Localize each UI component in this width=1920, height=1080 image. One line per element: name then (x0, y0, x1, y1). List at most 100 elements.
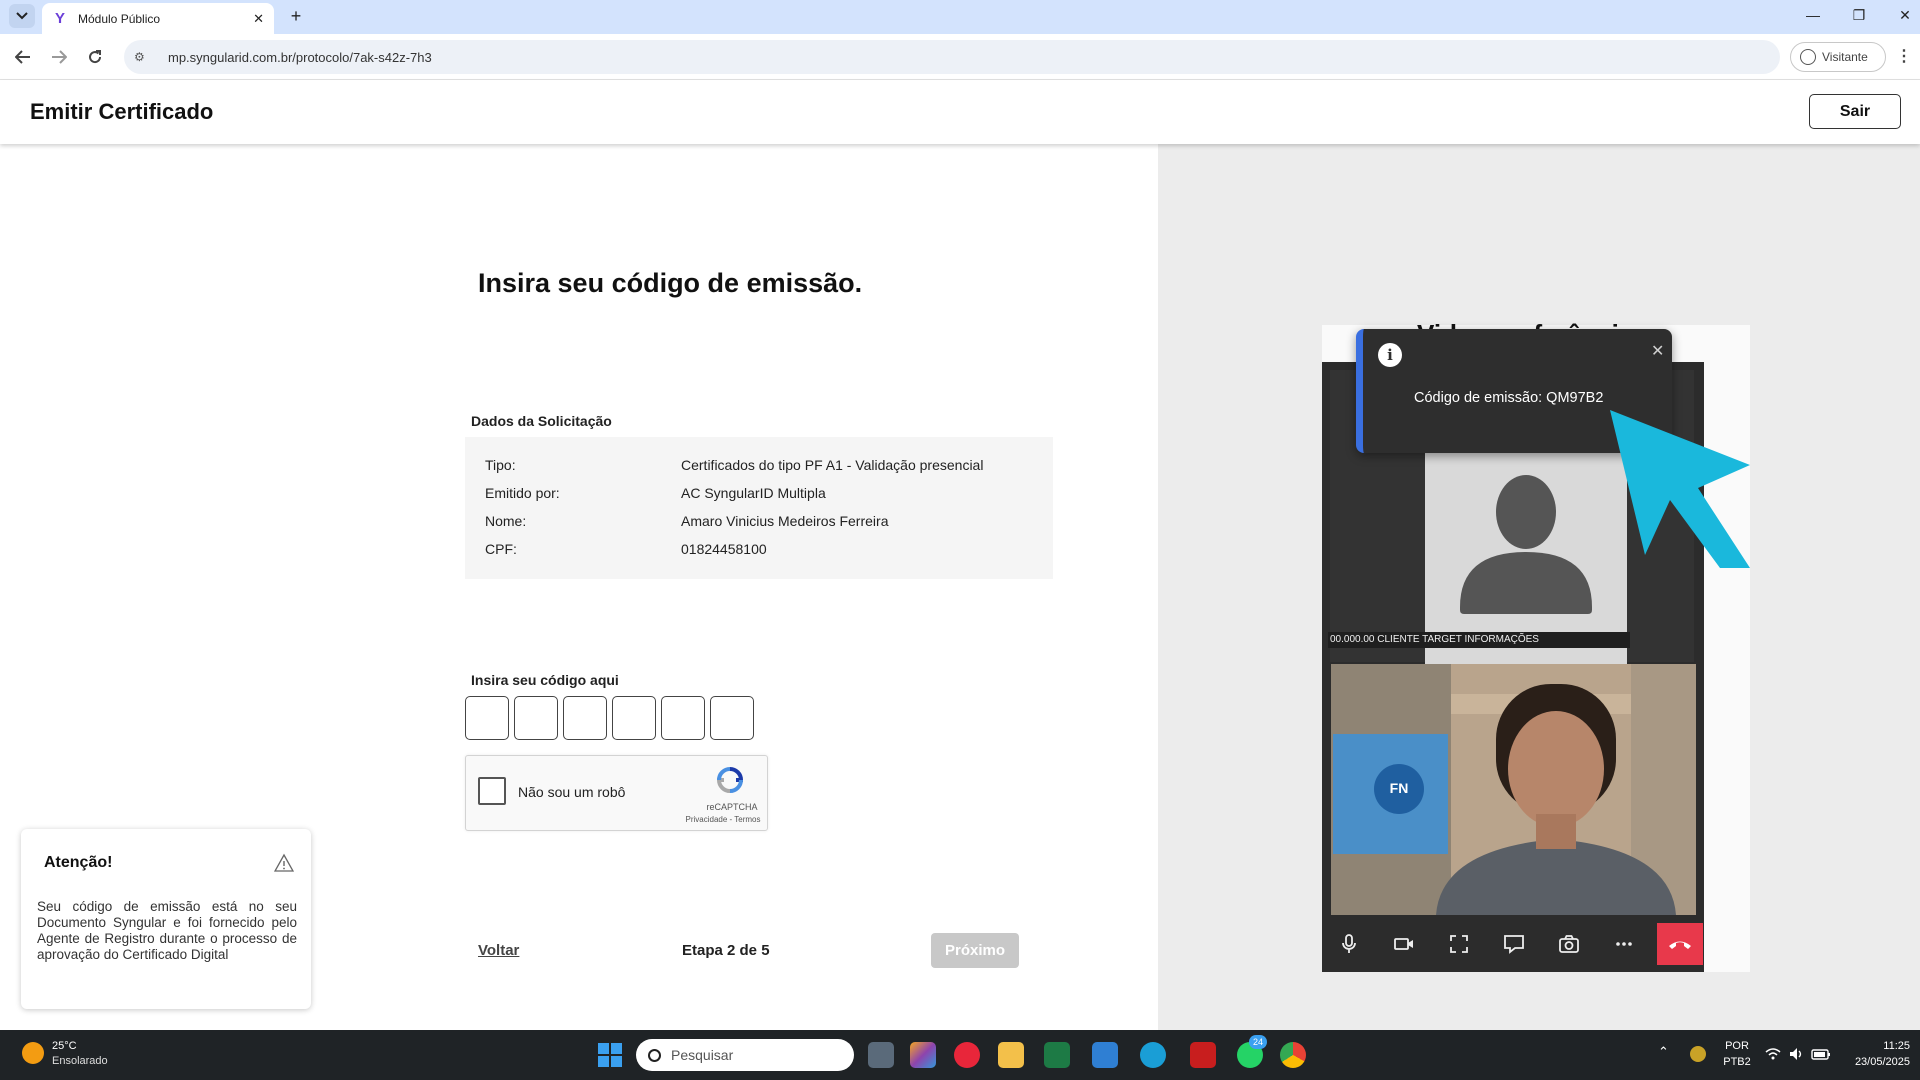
emission-code-heading: Insira seu código de emissão. (478, 268, 863, 298)
profile-label: Visitante (1822, 50, 1868, 64)
edge-icon[interactable] (1140, 1042, 1166, 1068)
profile-button[interactable]: Visitante (1790, 42, 1886, 72)
browser-tab-bar: Y Módulo Público ✕ + — ❐ ✕ (0, 0, 1920, 34)
windows-logo-tile (598, 1056, 609, 1067)
page-title: Emitir Certificado (30, 99, 214, 124)
profile-icon (1800, 49, 1816, 65)
reload-icon (89, 50, 102, 64)
recaptcha-label: Não sou um robô (518, 784, 626, 800)
microphone-icon[interactable] (1336, 931, 1362, 957)
detail-label: Nome: (485, 513, 527, 529)
voltar-link[interactable]: Voltar (478, 942, 519, 959)
detail-value: 01824458100 (681, 541, 767, 557)
tray-overflow-icon[interactable]: ⌃ (1658, 1044, 1669, 1060)
camera-icon[interactable] (1391, 931, 1417, 957)
url-text: mp.syngularid.com.br/protocolo/7ak-s42z-… (168, 49, 432, 65)
attention-title: Atenção! (44, 854, 113, 871)
code-digit-input[interactable] (710, 696, 754, 740)
detail-value: Certificados do tipo PF A1 - Validação p… (681, 457, 984, 473)
call-controls-bar (1322, 915, 1704, 972)
proximo-button[interactable]: Próximo (931, 933, 1019, 968)
snapshot-icon[interactable] (1556, 931, 1582, 957)
hangup-button[interactable] (1657, 923, 1703, 965)
code-digit-input[interactable] (563, 696, 607, 740)
self-video-feed: FN (1331, 664, 1696, 915)
weather-temperature: 25°C (52, 1040, 77, 1052)
remote-caption: 00.000.00 CLIENTE TARGET INFORMAÇÕES (1328, 632, 1630, 648)
restore-button[interactable]: ❐ (1836, 0, 1882, 30)
browser-menu-icon[interactable]: ⋮ (1896, 46, 1912, 66)
self-video-tile: FN (1331, 664, 1696, 915)
recaptcha-checkbox[interactable] (478, 777, 506, 805)
recaptcha-logo-icon (716, 767, 744, 793)
code-input-label: Insira seu código aqui (471, 672, 619, 688)
recaptcha-widget: Não sou um robô reCAPTCHA Privacidade - … (465, 755, 768, 831)
whatsapp-badge: 24 (1249, 1035, 1267, 1049)
back-button[interactable] (10, 44, 36, 70)
reload-button[interactable] (82, 44, 108, 70)
notepad-icon[interactable] (1092, 1042, 1118, 1068)
windows-logo-tile (611, 1056, 622, 1067)
weather-sun-icon[interactable] (22, 1042, 44, 1064)
detail-label: Tipo: (485, 457, 516, 473)
acrobat-icon[interactable] (1190, 1042, 1216, 1068)
attention-card: Atenção! Seu código de emissão está no s… (21, 829, 311, 1009)
code-digit-input[interactable] (514, 696, 558, 740)
taskbar-search-placeholder: Pesquisar (671, 1047, 734, 1063)
system-tray-icons[interactable] (1764, 1046, 1834, 1062)
request-data-label: Dados da Solicitação (471, 413, 612, 429)
recaptcha-brand: reCAPTCHA (706, 802, 758, 812)
opera-icon[interactable] (954, 1042, 980, 1068)
clock-date[interactable]: 23/05/2025 (1844, 1056, 1910, 1068)
chevron-down-icon (16, 12, 28, 20)
chrome-icon[interactable] (1280, 1042, 1306, 1068)
browser-tab-active[interactable]: Y Módulo Público ✕ (42, 3, 274, 34)
detail-value: Amaro Vinicius Medeiros Ferreira (681, 513, 889, 529)
browser-toolbar: ⚙ mp.syngularid.com.br/protocolo/7ak-s42… (0, 34, 1920, 80)
file-explorer-icon[interactable] (998, 1042, 1024, 1068)
toast-close-icon[interactable]: ✕ (1651, 341, 1664, 361)
site-favicon-icon: Y (54, 9, 65, 27)
new-tab-button[interactable]: + (284, 4, 308, 28)
sair-button[interactable]: Sair (1809, 94, 1901, 129)
address-bar[interactable]: ⚙ mp.syngularid.com.br/protocolo/7ak-s42… (124, 40, 1780, 74)
arrow-right-icon (52, 50, 67, 64)
tray-app-icon[interactable] (1690, 1046, 1706, 1062)
tab-search-dropdown[interactable] (9, 4, 35, 28)
language-bottom[interactable]: PTB2 (1722, 1056, 1752, 1068)
task-view-icon[interactable] (868, 1042, 894, 1068)
copilot-icon[interactable] (910, 1042, 936, 1068)
svg-text:FN: FN (1390, 780, 1409, 796)
window-close-button[interactable]: ✕ (1882, 0, 1920, 30)
recaptcha-links[interactable]: Privacidade - Termos (678, 815, 768, 824)
detail-label: CPF: (485, 541, 517, 557)
language-top[interactable]: POR (1722, 1040, 1752, 1052)
step-indicator: Etapa 2 de 5 (682, 942, 770, 959)
windows-logo-tile (611, 1043, 622, 1054)
code-digit-input[interactable] (612, 696, 656, 740)
request-details-box: Tipo: Certificados do tipo PF A1 - Valid… (465, 437, 1053, 579)
chat-icon[interactable] (1501, 931, 1527, 957)
search-icon (648, 1048, 661, 1062)
code-digit-input[interactable] (465, 696, 509, 740)
forward-button[interactable] (46, 44, 72, 70)
start-button[interactable] (598, 1043, 622, 1067)
fullscreen-icon[interactable] (1446, 931, 1472, 957)
code-digit-input[interactable] (661, 696, 705, 740)
toast-message: Código de emissão: QM97B2 (1414, 390, 1604, 406)
warning-icon (274, 853, 294, 872)
detail-label: Emitido por: (485, 485, 560, 501)
pointer-arrow-icon (1610, 410, 1750, 568)
clock-time[interactable]: 11:25 (1844, 1040, 1910, 1052)
minimize-button[interactable]: — (1790, 0, 1836, 30)
more-options-icon[interactable] (1611, 931, 1637, 957)
excel-icon[interactable] (1044, 1042, 1070, 1068)
info-icon: i (1378, 343, 1402, 367)
tab-close-icon[interactable]: ✕ (253, 11, 264, 27)
site-settings-icon[interactable]: ⚙ (134, 50, 154, 64)
app-header: Emitir Certificado Sair (0, 80, 1920, 144)
attention-text: Seu código de emissão está no seu Docume… (37, 899, 297, 962)
detail-value: AC SyngularID Multipla (681, 485, 826, 501)
taskbar-search[interactable]: Pesquisar (636, 1039, 854, 1071)
windows-logo-tile (598, 1043, 609, 1054)
